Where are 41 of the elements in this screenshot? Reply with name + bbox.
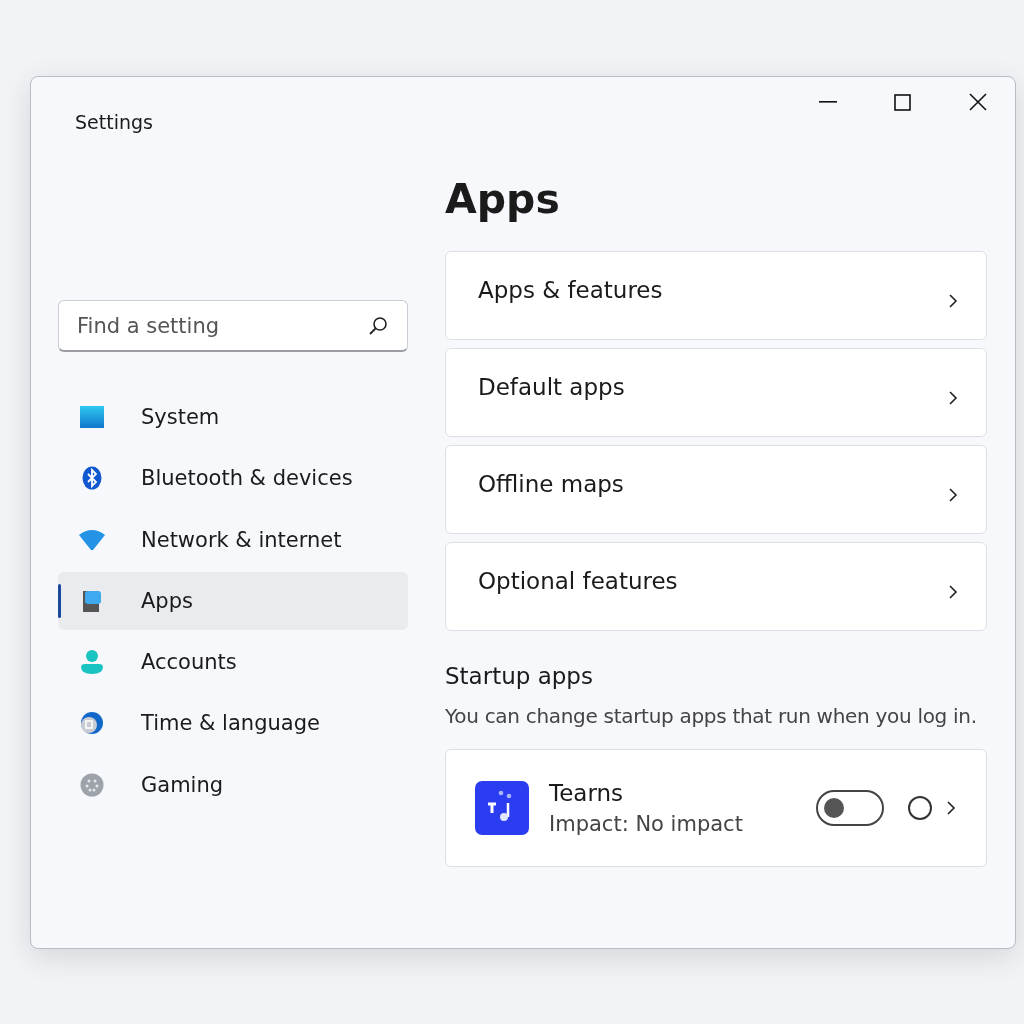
window-title: Settings: [75, 111, 153, 133]
chevron-right-icon: [948, 486, 958, 503]
sidebar-item[interactable]: Bluetooth & devices: [58, 449, 408, 508]
sidebar-item[interactable]: Time & language: [58, 694, 408, 753]
toggle-switch[interactable]: [816, 790, 884, 826]
bluetooth-icon: [82, 466, 102, 491]
close-icon: [968, 93, 987, 111]
sidebar-item[interactable]: System: [58, 388, 408, 446]
minimize-icon: [818, 101, 837, 103]
sidebar-item[interactable]: Gaming: [58, 755, 408, 814]
search-field[interactable]: Find a setting: [58, 300, 408, 352]
chevron-right-icon: [948, 292, 958, 309]
chevron-right-icon: [948, 389, 958, 406]
card-label: Offline maps: [478, 470, 624, 497]
sidebar-item[interactable]: Accounts: [58, 633, 408, 692]
wifi-icon: [78, 528, 106, 551]
globe-icon: [80, 711, 104, 736]
card-label: Optional features: [478, 567, 678, 594]
card-label: Apps & features: [478, 276, 663, 303]
controller-icon: [80, 772, 104, 797]
maximize-icon: [894, 93, 911, 111]
chevron-right-icon: [948, 583, 958, 600]
chevron-right-icon: [946, 800, 956, 816]
app-impact: Impact: No impact: [549, 812, 744, 836]
page-title: Apps: [445, 179, 561, 220]
radio-button[interactable]: [908, 796, 932, 820]
settings-card[interactable]: Offline maps: [445, 445, 987, 534]
sidebar-item[interactable]: Network & internet: [58, 510, 408, 569]
square-icon: [79, 405, 105, 429]
card-label: Default apps: [478, 373, 625, 400]
section-description: You can change startup apps that run when you log in.: [445, 703, 978, 730]
sidebar-item[interactable]: Apps: [58, 571, 408, 630]
app-logo-icon: [475, 781, 529, 835]
person-icon: [80, 649, 104, 676]
app-name: Tearns: [549, 780, 624, 806]
apps-icon: [82, 588, 102, 613]
search-icon: [368, 316, 388, 336]
section-heading: Startup apps: [445, 663, 594, 689]
settings-card[interactable]: Optional features: [445, 542, 987, 631]
settings-card[interactable]: Default apps: [445, 348, 987, 437]
settings-card[interactable]: Apps & features: [445, 251, 987, 340]
